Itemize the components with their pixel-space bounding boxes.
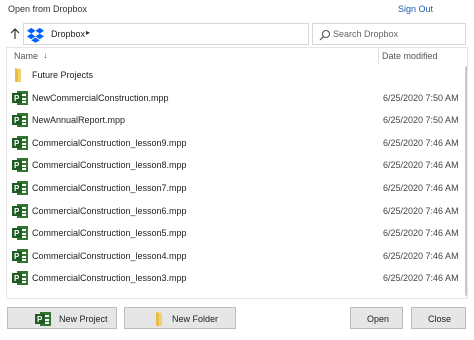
svg-text:P: P <box>37 315 43 324</box>
column-header-date-modified[interactable]: Date modified <box>382 51 438 61</box>
file-date: 6/25/2020 7:50 AM <box>383 92 459 103</box>
dialog-title: Open from Dropbox <box>8 4 88 14</box>
svg-text:P: P <box>14 252 20 261</box>
svg-text:P: P <box>14 184 20 193</box>
svg-text:P: P <box>14 139 20 148</box>
new-folder-label: New Folder <box>172 314 219 324</box>
list-item[interactable]: P CommercialConstruction_lesson9.mpp 6/2… <box>7 132 463 155</box>
close-button[interactable]: Close <box>411 307 466 329</box>
search-icon <box>319 29 331 41</box>
file-date: 6/25/2020 7:46 AM <box>383 137 459 148</box>
column-headers: Name ↓ Date modified <box>7 48 467 64</box>
svg-text:P: P <box>14 274 20 283</box>
folder-icon <box>15 68 21 82</box>
file-name: CommercialConstruction_lesson7.mpp <box>32 182 187 193</box>
file-name: CommercialConstruction_lesson9.mpp <box>32 137 187 148</box>
dialog-footer: P New Project New Folder Open Close <box>0 300 474 340</box>
project-file-icon: P <box>12 158 28 173</box>
sort-descending-icon[interactable]: ↓ <box>43 50 48 60</box>
sign-out-link[interactable]: Sign Out <box>398 4 433 14</box>
file-date: 6/25/2020 7:46 AM <box>383 250 459 261</box>
list-item[interactable]: P CommercialConstruction_lesson6.mpp 6/2… <box>7 200 463 223</box>
svg-text:P: P <box>14 116 20 125</box>
close-label: Close <box>428 314 452 324</box>
open-label: Open <box>367 314 390 324</box>
vertical-scrollbar[interactable] <box>464 66 467 298</box>
svg-text:P: P <box>14 94 20 103</box>
file-name: NewAnnualReport.mpp <box>32 115 126 126</box>
scrollbar-thumb[interactable] <box>465 66 467 296</box>
file-list-panel: Name ↓ Date modified Future Projects P N… <box>6 47 468 299</box>
search-box[interactable] <box>312 23 466 45</box>
project-file-icon: P <box>12 90 28 105</box>
dropbox-logo-icon <box>27 27 44 43</box>
open-button[interactable]: Open <box>350 307 403 329</box>
file-name: CommercialConstruction_lesson5.mpp <box>32 228 187 239</box>
list-item[interactable]: P CommercialConstruction_lesson8.mpp 6/2… <box>7 154 463 177</box>
list-item[interactable]: Future Projects <box>7 64 463 87</box>
file-date: 6/25/2020 7:46 AM <box>383 205 459 216</box>
new-project-label: New Project <box>59 314 108 324</box>
column-divider[interactable] <box>378 48 379 64</box>
project-file-icon: P <box>12 180 28 195</box>
file-date: 6/25/2020 7:46 AM <box>383 182 459 193</box>
file-name: CommercialConstruction_lesson8.mpp <box>32 160 187 171</box>
file-date: 6/25/2020 7:50 AM <box>383 115 459 126</box>
list-item[interactable]: P NewCommercialConstruction.mpp 6/25/202… <box>7 87 463 110</box>
file-date: 6/25/2020 7:46 AM <box>383 228 459 239</box>
file-name: CommercialConstruction_lesson3.mpp <box>32 273 187 284</box>
list-item[interactable]: P NewAnnualReport.mpp 6/25/2020 7:50 AM <box>7 109 463 132</box>
list-item[interactable]: P CommercialConstruction_lesson4.mpp 6/2… <box>7 245 463 268</box>
project-file-icon: P <box>35 312 51 326</box>
svg-text:P: P <box>14 207 20 216</box>
list-item[interactable]: P CommercialConstruction_lesson7.mpp 6/2… <box>7 177 463 200</box>
list-item[interactable]: P CommercialConstruction_lesson5.mpp 6/2… <box>7 222 463 245</box>
project-file-icon: P <box>12 248 28 263</box>
search-input[interactable] <box>333 27 461 41</box>
new-project-button[interactable]: P New Project <box>7 307 117 329</box>
file-date: 6/25/2020 7:46 AM <box>383 273 459 284</box>
file-name: CommercialConstruction_lesson6.mpp <box>32 205 187 216</box>
file-date: 6/25/2020 7:46 AM <box>383 160 459 171</box>
up-arrow-icon[interactable] <box>7 25 23 43</box>
title-bar: Open from Dropbox Sign Out <box>0 0 474 20</box>
folder-icon <box>156 312 162 326</box>
new-folder-button[interactable]: New Folder <box>124 307 236 329</box>
svg-text:P: P <box>14 229 20 238</box>
svg-text:P: P <box>14 161 20 170</box>
project-file-icon: P <box>12 135 28 150</box>
file-name: NewCommercialConstruction.mpp <box>32 92 169 103</box>
list-item[interactable]: P CommercialConstruction_lesson3.mpp 6/2… <box>7 267 463 290</box>
project-file-icon: P <box>12 226 28 241</box>
project-file-icon: P <box>12 113 28 128</box>
column-header-name[interactable]: Name <box>14 51 38 61</box>
project-file-icon: P <box>12 271 28 286</box>
address-bar[interactable]: Dropbox ▸ <box>23 23 329 45</box>
file-name: Future Projects <box>32 70 94 80</box>
navigation-bar: Dropbox ▸ <box>0 22 474 46</box>
address-location[interactable]: Dropbox <box>51 29 85 39</box>
project-file-icon: P <box>12 203 28 218</box>
chevron-right-icon[interactable]: ▸ <box>86 28 90 37</box>
file-name: CommercialConstruction_lesson4.mpp <box>32 250 187 261</box>
file-list: Future Projects P NewCommercialConstruct… <box>7 64 463 290</box>
